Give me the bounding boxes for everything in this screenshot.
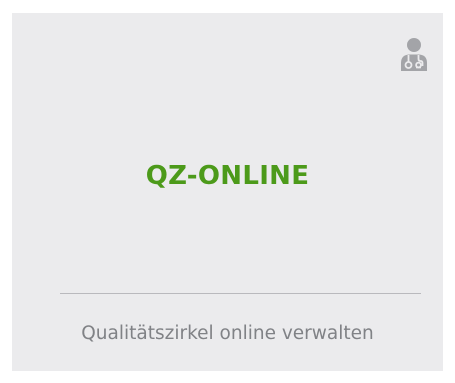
tile-title: QZ-ONLINE xyxy=(145,161,310,191)
tile-subtitle: Qualitätszirkel online verwalten xyxy=(81,323,374,344)
divider xyxy=(60,293,421,294)
doctor-stethoscope-icon xyxy=(400,38,428,72)
qz-online-tile[interactable]: QZ-ONLINE Qualitätszirkel online verwalt… xyxy=(12,13,443,371)
